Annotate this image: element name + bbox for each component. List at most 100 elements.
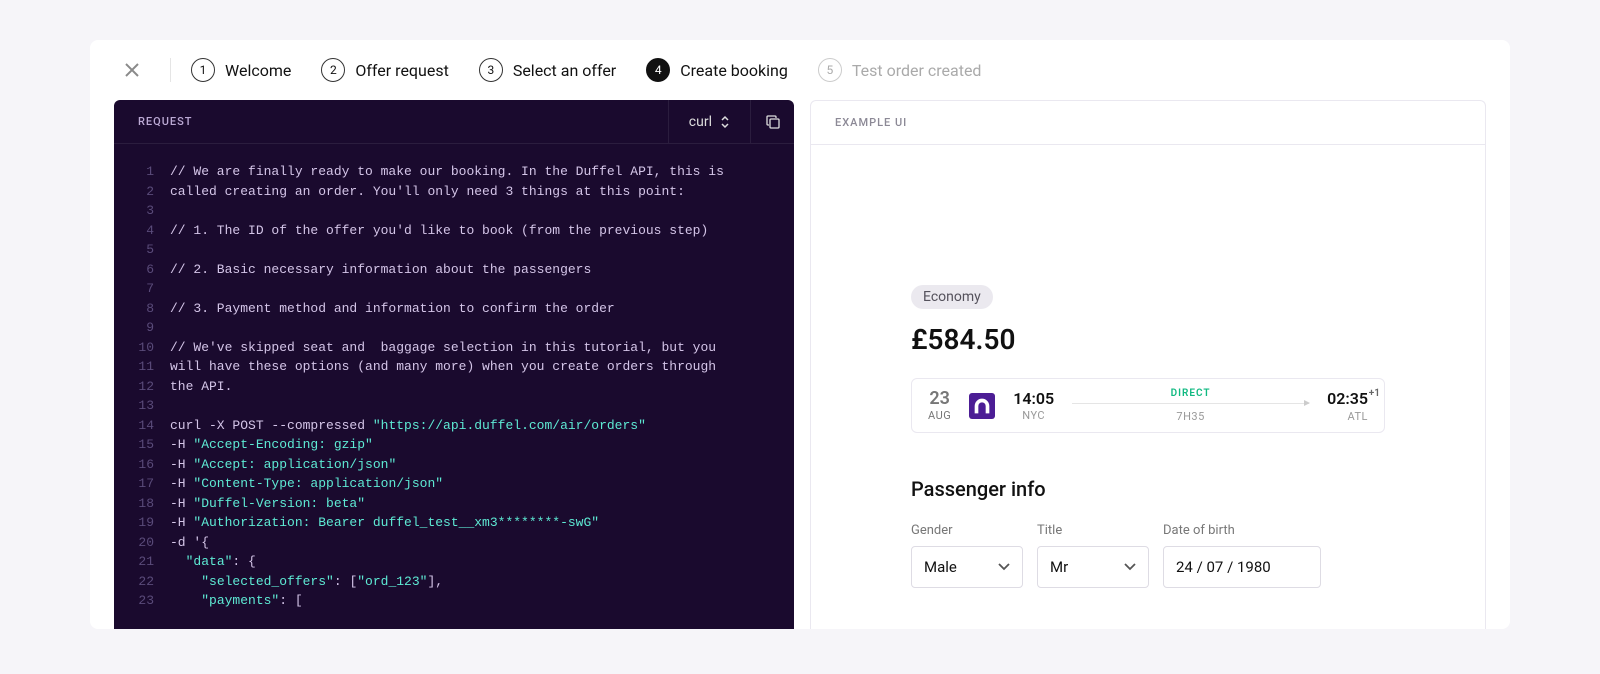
step-number: 2 [321, 58, 345, 82]
gender-label: Gender [911, 523, 1023, 538]
line-content: called creating an order. You'll only ne… [170, 182, 794, 202]
line-content [170, 279, 794, 299]
close-icon [125, 63, 139, 77]
flight-date-month: AUG [928, 410, 951, 421]
code-header: REQUEST curl [114, 100, 794, 144]
line-content: // 3. Payment method and information to … [170, 299, 794, 319]
flight-date: 23 AUG [928, 390, 951, 421]
chevron-up-down-icon [720, 115, 730, 129]
line-number: 15 [114, 435, 170, 455]
code-body[interactable]: 1// We are finally ready to make our boo… [114, 144, 794, 629]
main-card: 1Welcome2Offer request3Select an offer4C… [90, 40, 1510, 629]
line-number: 7 [114, 279, 170, 299]
example-panel: EXAMPLE UI Economy £584.50 23 AUG [810, 100, 1486, 629]
line-number: 6 [114, 260, 170, 280]
code-line: 6// 2. Basic necessary information about… [114, 260, 794, 280]
dob-label: Date of birth [1163, 523, 1321, 538]
line-content: // We are finally ready to make our book… [170, 162, 794, 182]
dob-field: Date of birth 24 / 07 / 1980 [1163, 523, 1321, 588]
line-number: 8 [114, 299, 170, 319]
step-label: Test order created [852, 61, 982, 80]
code-line: 22 "selected_offers": ["ord_123"], [114, 572, 794, 592]
step-3[interactable]: 3 Select an offer [479, 58, 616, 82]
step-number: 4 [646, 58, 670, 82]
line-content: "data": { [170, 552, 794, 572]
chevron-down-icon [1124, 563, 1136, 571]
step-label: Offer request [355, 61, 448, 80]
code-line: 17-H "Content-Type: application/json" [114, 474, 794, 494]
line-number: 17 [114, 474, 170, 494]
step-number: 3 [479, 58, 503, 82]
line-number: 19 [114, 513, 170, 533]
flight-row: 23 AUG 14:05 NYC DIRECT [911, 378, 1385, 433]
gender-value: Male [924, 558, 957, 576]
line-number: 16 [114, 455, 170, 475]
line-content [170, 240, 794, 260]
line-content: -H "Duffel-Version: beta" [170, 494, 794, 514]
gender-field: Gender Male [911, 523, 1023, 588]
line-number: 4 [114, 221, 170, 241]
line-content: "payments": [ [170, 591, 794, 611]
step-number: 1 [191, 58, 215, 82]
line-content: "selected_offers": ["ord_123"], [170, 572, 794, 592]
fare-class-badge: Economy [911, 285, 993, 309]
passenger-section-title: Passenger info [911, 477, 1385, 501]
step-1[interactable]: 1Welcome [191, 58, 291, 82]
line-content: -d '{ [170, 533, 794, 553]
close-button[interactable] [114, 52, 150, 88]
step-2[interactable]: 2 Offer request [321, 58, 448, 82]
title-value: Mr [1050, 558, 1068, 576]
flight-line-icon [1072, 403, 1309, 404]
departure-location: NYC [1013, 410, 1054, 421]
step-number: 5 [818, 58, 842, 82]
dob-input[interactable]: 24 / 07 / 1980 [1163, 546, 1321, 588]
code-line: 20-d '{ [114, 533, 794, 553]
airline-icon [971, 395, 993, 417]
line-content: // We've skipped seat and baggage select… [170, 338, 794, 358]
code-line: 1// We are finally ready to make our boo… [114, 162, 794, 182]
code-line: 8// 3. Payment method and information to… [114, 299, 794, 319]
code-line: 12the API. [114, 377, 794, 397]
step-5: 5 Test order created [818, 58, 982, 82]
title-field: Title Mr [1037, 523, 1149, 588]
duration-value: 7H35 [1072, 411, 1309, 422]
code-line: 4// 1. The ID of the offer you'd like to… [114, 221, 794, 241]
panels: REQUEST curl 1// We are finally ready to… [114, 100, 1486, 629]
arrival-location: ATL [1327, 411, 1368, 422]
dob-value: 24 / 07 / 1980 [1176, 558, 1271, 576]
line-number: 21 [114, 552, 170, 572]
title-select[interactable]: Mr [1037, 546, 1149, 588]
chevron-down-icon [998, 563, 1010, 571]
stepper: 1Welcome 2 Offer request 3 Select an offer 4C… [114, 40, 1486, 100]
line-number: 20 [114, 533, 170, 553]
line-content: curl -X POST --compressed "https://api.d… [170, 416, 794, 436]
gender-select[interactable]: Male [911, 546, 1023, 588]
step-4[interactable]: 4 Create booking [646, 58, 788, 82]
code-line: 15-H "Accept-Encoding: gzip" [114, 435, 794, 455]
example-body: Economy £584.50 23 AUG 14:05 [811, 145, 1485, 588]
line-content [170, 201, 794, 221]
step-label: Select an offer [513, 61, 616, 80]
line-number: 11 [114, 357, 170, 377]
code-line: 7 [114, 279, 794, 299]
line-content: the API. [170, 377, 794, 397]
line-number: 10 [114, 338, 170, 358]
code-header-title: REQUEST [114, 115, 217, 128]
line-number: 1 [114, 162, 170, 182]
code-line: 2called creating an order. You'll only n… [114, 182, 794, 202]
code-line: 9 [114, 318, 794, 338]
line-number: 13 [114, 396, 170, 416]
line-number: 9 [114, 318, 170, 338]
divider [170, 58, 171, 82]
passenger-form-row: Gender Male Title Mr [911, 523, 1385, 588]
arrival-plus-day: +1 [1369, 388, 1380, 399]
line-content: -H "Authorization: Bearer duffel_test__x… [170, 513, 794, 533]
copy-button[interactable] [750, 100, 794, 143]
line-content: // 2. Basic necessary information about … [170, 260, 794, 280]
step-label: Create booking [680, 61, 788, 80]
language-selector[interactable]: curl [668, 100, 750, 143]
booking-card: Economy £584.50 23 AUG 14:05 [911, 285, 1385, 588]
line-content [170, 318, 794, 338]
code-line: 13 [114, 396, 794, 416]
line-number: 12 [114, 377, 170, 397]
